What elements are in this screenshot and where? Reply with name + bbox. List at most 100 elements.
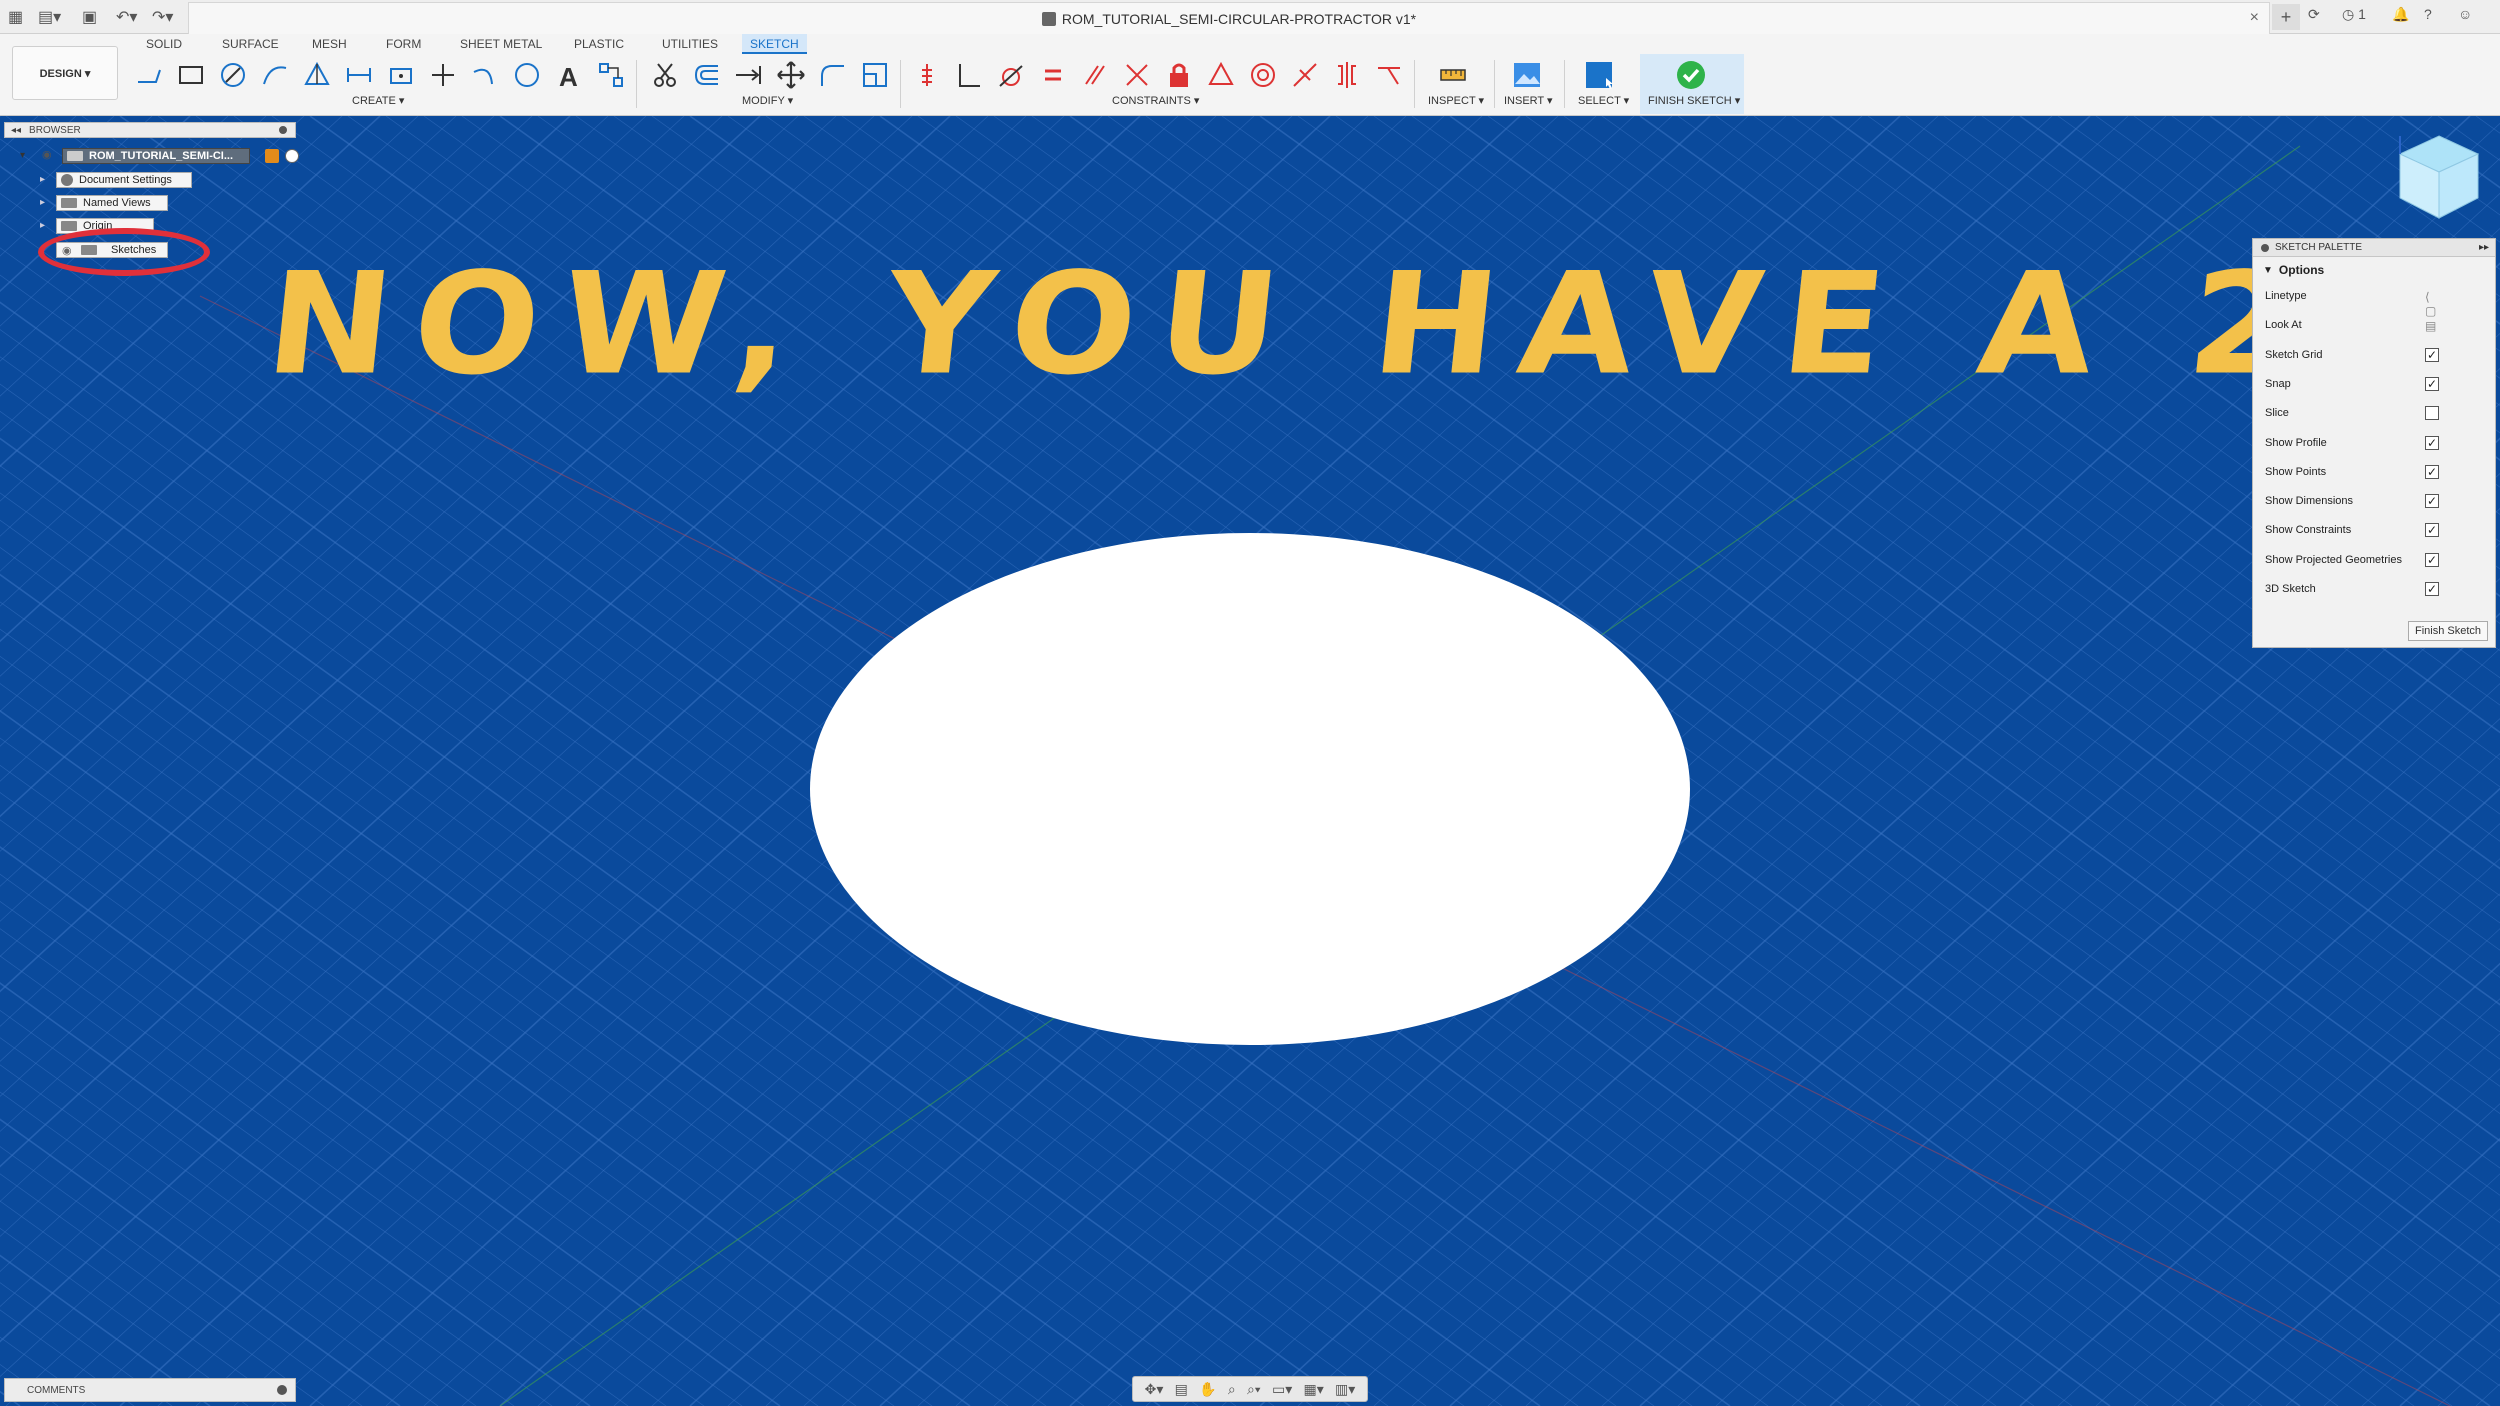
browser-header[interactable]: ◂◂ BROWSER <box>4 122 296 138</box>
tab-sheet-metal[interactable]: SHEET METAL <box>460 34 542 54</box>
grid-settings-icon[interactable]: ▦▾ <box>1304 1381 1324 1398</box>
expand-arrow-icon[interactable]: ▸ <box>40 197 45 208</box>
line-tool-icon[interactable] <box>132 58 166 92</box>
panel-options-icon[interactable] <box>279 126 287 134</box>
checkbox[interactable]: ✓ <box>2425 347 2439 362</box>
finish-sketch-check-icon[interactable] <box>1674 58 1708 92</box>
fit-icon[interactable]: ⌕▾ <box>1247 1381 1261 1398</box>
text-tool-icon[interactable]: A <box>552 58 586 92</box>
comments-panel[interactable]: COMMENTS <box>4 1378 296 1402</box>
modify-menu[interactable]: MODIFY ▾ <box>742 94 793 107</box>
insert-menu[interactable]: INSERT ▾ <box>1504 94 1553 107</box>
extensions-icon[interactable]: ⟳ <box>2308 6 2320 23</box>
collapse-options-icon[interactable]: ▼ <box>2263 265 2273 276</box>
tab-plastic[interactable]: PLASTIC <box>574 34 624 54</box>
select-window-icon[interactable] <box>1582 58 1616 92</box>
palette-pin-icon[interactable] <box>2261 243 2269 252</box>
collapse-panel-icon[interactable]: ◂◂ <box>11 125 21 136</box>
close-tab-button[interactable]: × <box>2250 9 2259 27</box>
new-tab-button[interactable]: + <box>2272 4 2300 30</box>
tab-utilities[interactable]: UTILITIES <box>662 34 718 54</box>
concentric-constraint-icon[interactable] <box>1246 58 1280 92</box>
save-icon[interactable]: ▣ <box>82 6 97 28</box>
checkbox[interactable]: ✓ <box>2425 552 2439 567</box>
undo-icon[interactable]: ↶▾ <box>116 6 137 28</box>
measure-icon[interactable] <box>1436 58 1470 92</box>
checkbox[interactable]: ✓ <box>2425 582 2439 596</box>
constraints-menu[interactable]: CONSTRAINTS ▾ <box>1112 94 1199 107</box>
checkbox[interactable] <box>2425 406 2439 421</box>
expand-arrow-icon[interactable]: ▸ <box>40 220 45 231</box>
workspace-switcher[interactable]: DESIGN ▾ <box>12 46 118 100</box>
arc-tool-icon[interactable] <box>258 58 292 92</box>
symmetry-constraint-icon[interactable] <box>1330 58 1364 92</box>
equal-constraint-icon[interactable] <box>1036 58 1070 92</box>
browser-item-document-settings[interactable]: Document Settings <box>56 172 192 188</box>
parallel-constraint-icon[interactable] <box>1078 58 1112 92</box>
slot-tool-icon[interactable] <box>384 58 418 92</box>
document-tab[interactable]: ROM_TUTORIAL_SEMI-CIRCULAR-PROTRACTOR v1… <box>188 2 2270 34</box>
app-grid-icon[interactable]: ▦ <box>8 6 23 28</box>
fit-point-spline-icon[interactable] <box>342 58 376 92</box>
expand-palette-icon[interactable]: ▸▸ <box>2479 242 2489 253</box>
zoom-icon[interactable]: ⌕ <box>1228 1381 1236 1398</box>
fillet-sketch-icon[interactable] <box>468 58 502 92</box>
checkbox[interactable]: ✓ <box>2425 376 2439 391</box>
fix-constraint-icon[interactable] <box>1162 58 1196 92</box>
polygon-tool-icon[interactable] <box>300 58 334 92</box>
view-cube[interactable] <box>2396 132 2482 222</box>
file-menu-icon[interactable]: ▤▾ <box>38 6 61 28</box>
perpendicular-constraint-icon[interactable] <box>952 58 986 92</box>
checkbox[interactable]: ✓ <box>2425 464 2439 479</box>
extend-tool-icon[interactable] <box>732 58 766 92</box>
browser-item-named-views[interactable]: Named Views <box>56 195 168 211</box>
job-status-icon[interactable]: ◷ 1 <box>2342 6 2366 23</box>
rectangle-tool-icon[interactable] <box>174 58 208 92</box>
point-tool-icon[interactable] <box>426 58 460 92</box>
look-at-icon[interactable]: ▤ <box>2425 319 2441 333</box>
finish-sketch-small-button[interactable]: Finish Sketch <box>2408 621 2488 641</box>
perpendicular-x-constraint-icon[interactable] <box>1120 58 1154 92</box>
curvature-constraint-icon[interactable] <box>1372 58 1406 92</box>
insert-image-icon[interactable] <box>1510 58 1544 92</box>
ellipse-tool-icon[interactable] <box>510 58 544 92</box>
options-section[interactable]: ▼ Options <box>2253 257 2495 283</box>
tab-form[interactable]: FORM <box>386 34 421 54</box>
expand-arrow-icon[interactable]: ▸ <box>40 174 45 185</box>
pattern-tool-icon[interactable] <box>594 58 628 92</box>
circle-tool-icon[interactable] <box>216 58 250 92</box>
orbit-icon[interactable]: ✥▾ <box>1145 1381 1164 1398</box>
notifications-icon[interactable]: 🔔 <box>2392 6 2409 23</box>
midpoint-constraint-icon[interactable] <box>1204 58 1238 92</box>
activate-icon[interactable] <box>265 149 279 163</box>
collinear-constraint-icon[interactable] <box>1288 58 1322 92</box>
viewports-icon[interactable]: ▥▾ <box>1335 1381 1355 1398</box>
tab-mesh[interactable]: MESH <box>312 34 347 54</box>
sketch-palette-header[interactable]: SKETCH PALETTE ▸▸ <box>2253 239 2495 257</box>
redo-icon[interactable]: ↷▾ <box>152 6 173 28</box>
checkbox[interactable]: ✓ <box>2425 523 2439 538</box>
look-at-nav-icon[interactable]: ▤ <box>1175 1381 1188 1398</box>
expand-root-icon[interactable]: ▾ <box>20 150 25 161</box>
checkbox[interactable]: ✓ <box>2425 435 2439 450</box>
sketch-fillet-icon[interactable] <box>816 58 850 92</box>
finish-sketch-button[interactable]: FINISH SKETCH ▾ <box>1648 94 1740 107</box>
radio-active-icon[interactable] <box>285 149 299 163</box>
comments-options-icon[interactable] <box>277 1385 287 1395</box>
tab-sketch[interactable]: SKETCH <box>742 34 807 54</box>
scale-tool-icon[interactable] <box>858 58 892 92</box>
browser-root-node[interactable]: ROM_TUTORIAL_SEMI-CI... <box>62 148 299 164</box>
visibility-eye-icon[interactable]: ◉ <box>42 148 52 161</box>
user-avatar-icon[interactable]: ☺ <box>2458 6 2472 22</box>
linetype-icon[interactable]: ⟨ ▢ <box>2425 290 2441 318</box>
coincident-constraint-icon[interactable] <box>910 58 944 92</box>
help-icon[interactable]: ? <box>2424 6 2432 22</box>
sketch-profile-circle[interactable] <box>810 533 1690 1045</box>
create-menu[interactable]: CREATE ▾ <box>352 94 404 107</box>
inspect-menu[interactable]: INSPECT ▾ <box>1428 94 1484 107</box>
pan-icon[interactable]: ✋ <box>1199 1381 1216 1398</box>
display-settings-icon[interactable]: ▭▾ <box>1272 1381 1292 1398</box>
tangent-constraint-icon[interactable] <box>994 58 1028 92</box>
move-copy-icon[interactable] <box>774 58 808 92</box>
trim-tool-icon[interactable] <box>648 58 682 92</box>
